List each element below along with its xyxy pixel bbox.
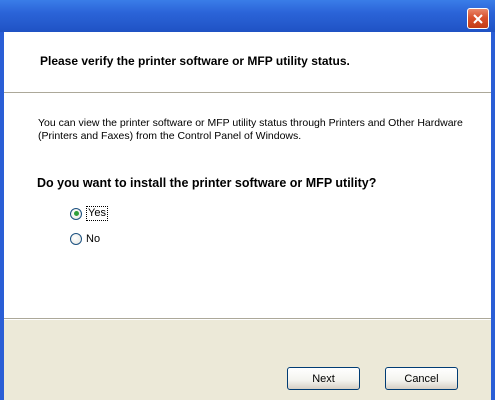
close-icon	[473, 13, 483, 24]
radio-no-label[interactable]: No	[86, 233, 100, 245]
radio-yes[interactable]: Yes	[70, 206, 108, 221]
button-bar: Next Cancel	[4, 318, 491, 400]
radio-selected-icon[interactable]	[70, 207, 82, 220]
screenshot-canvas: Please verify the printer software or MF…	[0, 0, 495, 400]
dialog-content: You can view the printer software or MFP…	[4, 93, 491, 318]
install-question: Do you want to install the printer softw…	[37, 176, 377, 190]
radio-unselected-icon[interactable]	[70, 233, 82, 245]
close-button[interactable]	[467, 8, 489, 29]
radio-dot-icon	[73, 211, 79, 216]
info-text: You can view the printer software or MFP…	[38, 117, 463, 142]
cancel-button[interactable]: Cancel	[385, 367, 458, 390]
installer-dialog: Please verify the printer software or MF…	[0, 0, 495, 400]
dialog-header: Please verify the printer software or MF…	[4, 32, 491, 93]
window-right-border	[491, 32, 495, 400]
next-button[interactable]: Next	[287, 367, 360, 390]
title-bar[interactable]	[0, 0, 495, 32]
page-title: Please verify the printer software or MF…	[40, 54, 350, 68]
footer-divider	[4, 319, 491, 320]
radio-yes-label[interactable]: Yes	[86, 206, 108, 221]
radio-no[interactable]: No	[70, 233, 100, 245]
